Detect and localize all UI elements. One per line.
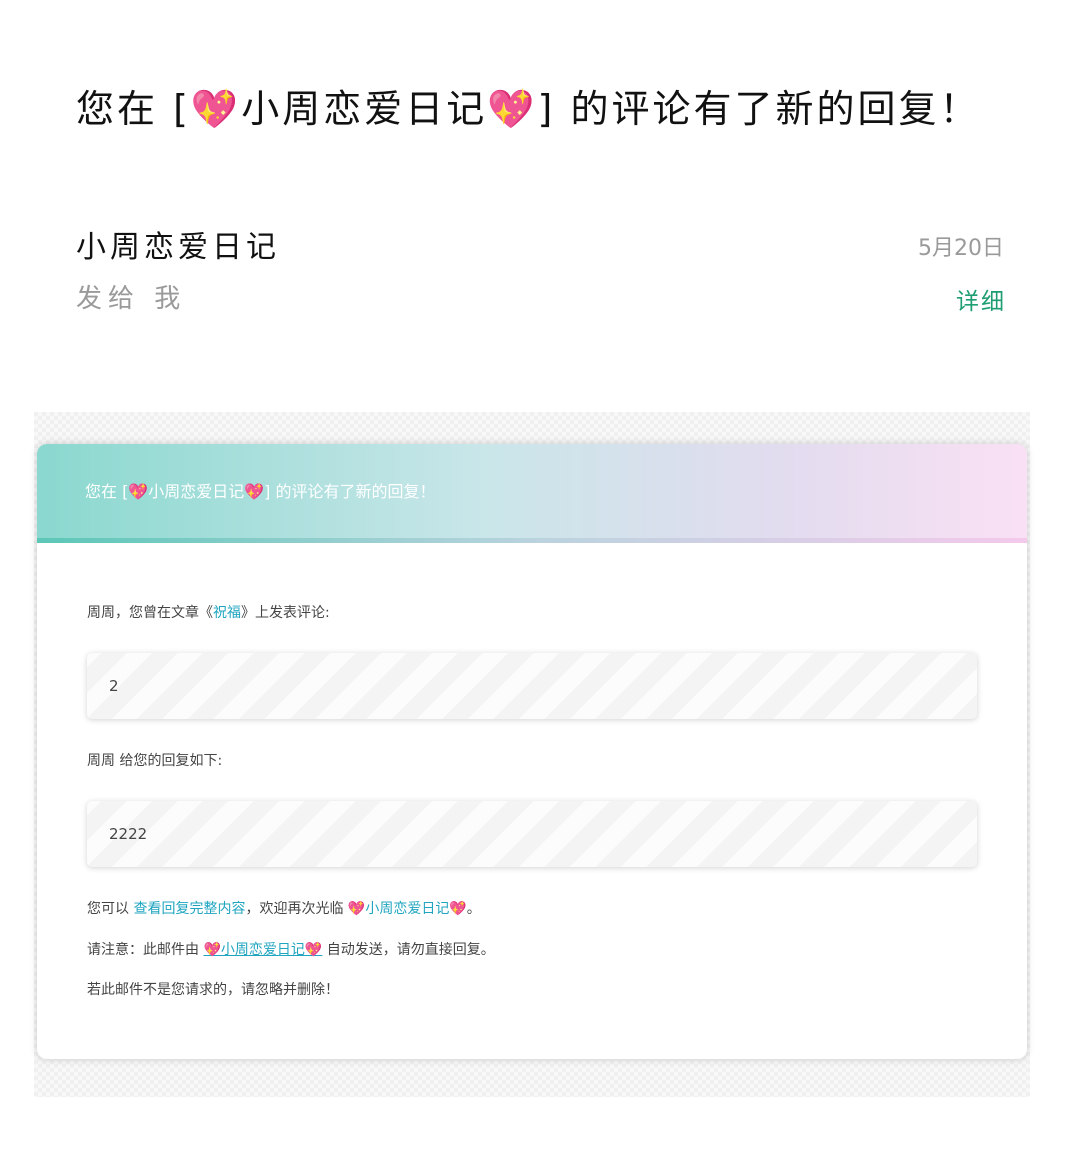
reply-content-box: 2222 xyxy=(87,801,977,867)
notice-prefix: 请注意：此邮件由 xyxy=(87,942,204,958)
email-subject: 您在 [💖小周恋爱日记💖] 的评论有了新的回复！ xyxy=(76,87,981,131)
view-prefix: 您可以 xyxy=(87,901,134,917)
view-suffix: 。 xyxy=(466,901,481,917)
comment-intro-prefix: 周周，您曾在文章《 xyxy=(87,605,213,621)
card-header-title: 您在 [💖小周恋爱日记💖] 的评论有了新的回复！ xyxy=(85,482,436,501)
original-comment-text: 2 xyxy=(109,677,119,695)
notice-suffix: 自动发送，请勿直接回复。 xyxy=(322,942,495,958)
email-view: 您在 [💖小周恋爱日记💖] 的评论有了新的回复！ 小周恋爱日记 发给 我 5月2… xyxy=(0,0,1080,1161)
article-link[interactable]: 祝福 xyxy=(213,605,241,621)
recipient-line: 发给 我 xyxy=(76,284,187,314)
reply-intro: 周周 给您的回复如下: xyxy=(87,753,223,769)
view-full-reply-link[interactable]: 查看回复完整内容 xyxy=(133,901,245,917)
reply-content-text: 2222 xyxy=(109,825,148,843)
site-link[interactable]: 💖小周恋爱日记💖 xyxy=(348,901,467,917)
comment-intro-suffix: 》上发表评论: xyxy=(241,605,330,621)
email-body-background: 您在 [💖小周恋爱日记💖] 的评论有了新的回复！ 周周，您曾在文章《祝福》上发表… xyxy=(34,412,1030,1097)
notice-line: 请注意：此邮件由 💖小周恋爱日记💖 自动发送，请勿直接回复。 xyxy=(87,939,495,959)
email-date: 5月20日 xyxy=(918,236,1004,261)
detail-link[interactable]: 详细 xyxy=(956,282,1006,316)
view-reply-line: 您可以 查看回复完整内容，欢迎再次光临 💖小周恋爱日记💖。 xyxy=(87,898,481,918)
notice-site-link[interactable]: 💖小周恋爱日记💖 xyxy=(203,942,322,958)
comment-intro: 周周，您曾在文章《祝福》上发表评论: xyxy=(87,602,330,622)
sender-name[interactable]: 小周恋爱日记 xyxy=(76,222,280,266)
original-comment-box: 2 xyxy=(87,653,977,719)
email-card: 您在 [💖小周恋爱日记💖] 的评论有了新的回复！ 周周，您曾在文章《祝福》上发表… xyxy=(37,444,1027,1059)
view-middle: ，欢迎再次光临 xyxy=(245,901,348,917)
disclaimer-line: 若此邮件不是您请求的，请忽略并删除！ xyxy=(87,982,339,998)
